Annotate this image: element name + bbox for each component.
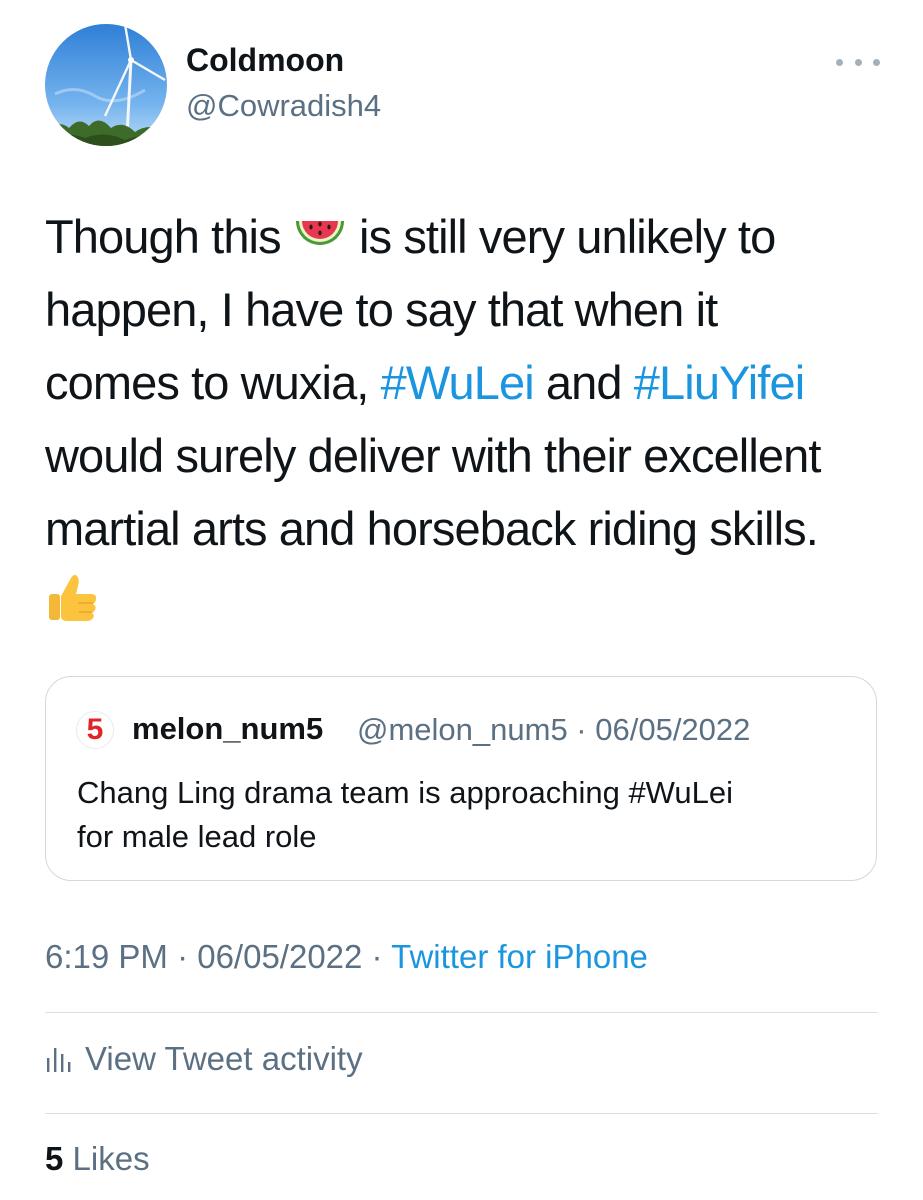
activity-label: View Tweet activity xyxy=(85,1040,363,1077)
wind-turbine-photo xyxy=(45,24,167,146)
analytics-bar-icon xyxy=(47,1048,71,1072)
likes-count: 5 xyxy=(45,1140,64,1177)
likes-label: Likes xyxy=(72,1140,150,1177)
more-horizontal-icon xyxy=(836,58,843,66)
author-display-name[interactable]: Coldmoon xyxy=(186,42,344,79)
quoted-author-meta: @melon_num5 · 06/05/2022 xyxy=(357,712,751,747)
hashtag-link[interactable]: #WuLei xyxy=(381,356,535,409)
tweet-line: martial arts and horseback riding skills… xyxy=(45,502,819,555)
quoted-tweet-text: Chang Ling drama team is approaching #Wu… xyxy=(77,775,733,854)
quoted-tweet-card[interactable]: 5 melon_num5 @melon_num5 · 06/05/2022 Ch… xyxy=(45,676,877,881)
tweet-line xyxy=(45,565,895,638)
tweet-line: happen, I have to say that when it xyxy=(45,283,718,336)
quoted-author-name[interactable]: melon_num5 xyxy=(132,711,323,747)
divider xyxy=(45,1012,878,1013)
tweet-line: comes to wuxia, #WuLei and #LiuYifei xyxy=(45,356,805,409)
divider xyxy=(45,1113,878,1114)
more-options-button[interactable] xyxy=(836,48,880,76)
likes-count-link[interactable]: 5 Likes xyxy=(45,1140,150,1178)
tweet-line: would surely deliver with their excellen… xyxy=(45,429,821,482)
author-avatar[interactable] xyxy=(45,24,167,146)
hashtag-link[interactable]: #LiuYifei xyxy=(634,356,805,409)
quoted-author-avatar[interactable]: 5 xyxy=(76,711,114,749)
author-handle[interactable]: @Cowradish4 xyxy=(186,88,381,124)
thumbs-up-emoji-icon xyxy=(45,570,99,644)
view-tweet-activity-button[interactable]: View Tweet activity xyxy=(45,1037,363,1081)
tweet-text: Though this is still very unlikely to ha… xyxy=(45,200,895,638)
watermelon-emoji-icon xyxy=(293,206,347,279)
tweet-source-link[interactable]: Twitter for iPhone xyxy=(391,938,648,975)
tweet-timestamp: 6:19 PM · 06/05/2022 · Twitter for iPhon… xyxy=(45,938,648,975)
tweet-line: Though this is still very unlikely to xyxy=(45,200,895,273)
